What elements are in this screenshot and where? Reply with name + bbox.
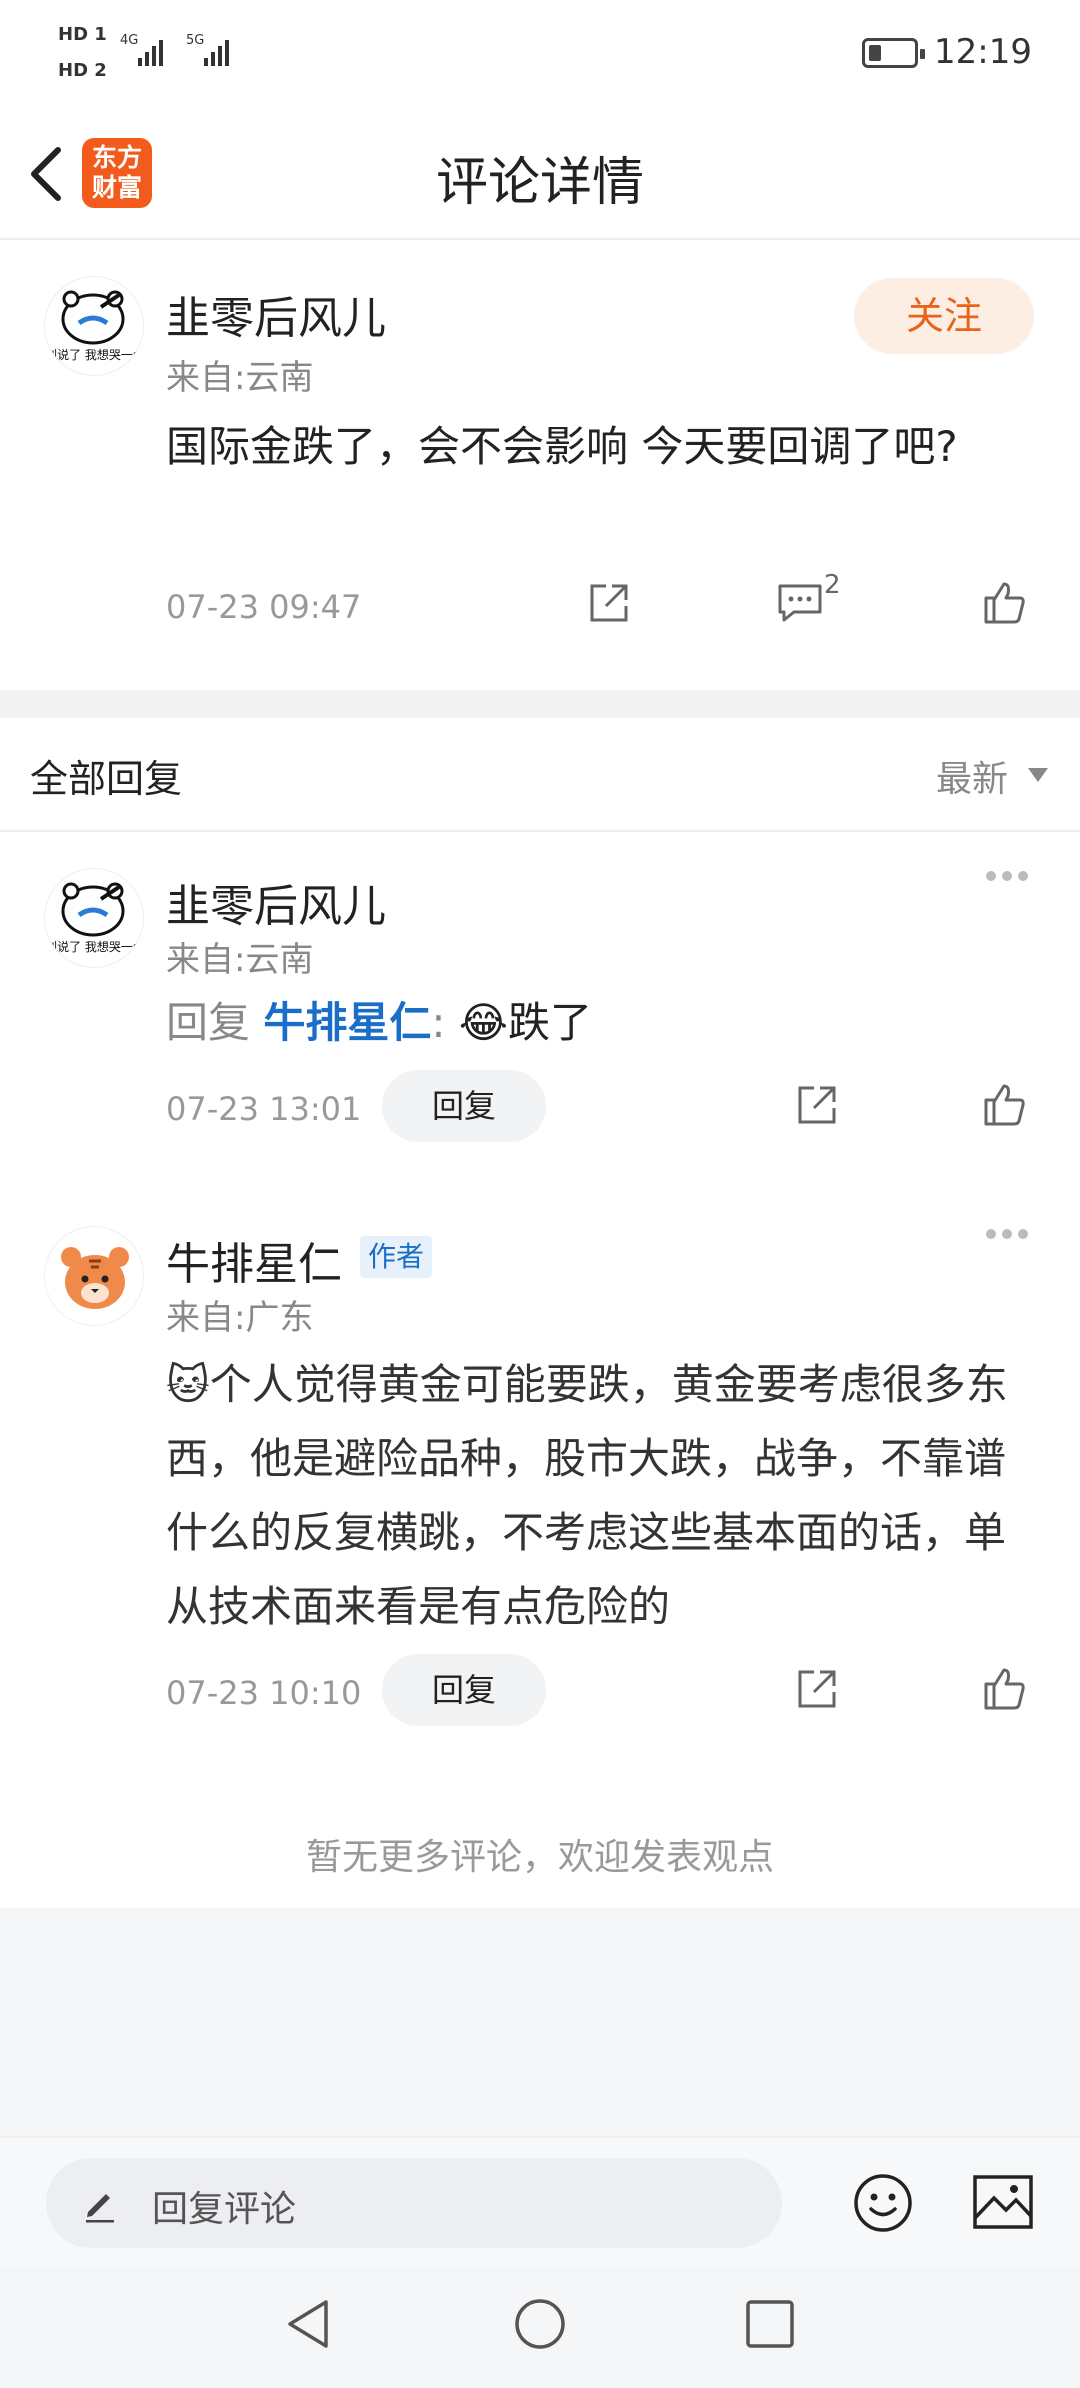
share-icon[interactable] [794, 1082, 840, 1128]
no-more-comments: 暂无更多评论，欢迎发表观点 [305, 1837, 774, 1878]
origin-label: 来自:云南 [166, 940, 314, 980]
nav-home-icon[interactable] [512, 2296, 568, 2352]
replies-header: 全部回复 最新 [0, 718, 1080, 832]
avatar[interactable] [44, 1226, 144, 1326]
reply-input-placeholder: 回复评论 [152, 2189, 297, 2230]
reply-input[interactable]: 回复评论 [46, 2158, 782, 2248]
follow-button[interactable]: 关注 [854, 278, 1034, 354]
bear-avatar-icon: 别说了 我想哭一会 [45, 882, 144, 954]
mention-separator: : [431, 998, 446, 1047]
net2-label: 5G [186, 33, 204, 48]
nav-bar: 东方 财富 评论详情 [0, 110, 1080, 240]
sim-indicators: HD 1 HD 2 [58, 22, 107, 84]
username[interactable]: 韭零后风儿 [166, 870, 386, 934]
signal-4g-icon: 4G [120, 33, 163, 66]
reply-text: 回复 牛排星仁: 😂跌了 [166, 986, 1026, 1060]
avatar[interactable]: 别说了 我想哭一会 [44, 868, 144, 968]
reply-body: 跌了 [507, 998, 592, 1047]
share-icon[interactable] [794, 1666, 840, 1712]
bear-avatar-icon: 别说了 我想哭一会 [45, 290, 144, 362]
avatar[interactable]: 别说了 我想哭一会 [44, 276, 144, 376]
username[interactable]: 韭零后风儿 [166, 282, 386, 346]
comment-text: 国际金跌了，会不会影响 今天要回调了吧? [166, 422, 958, 471]
avatar-caption: 别说了 我想哭一会 [45, 347, 144, 362]
reply-timestamp: 07-23 13:01 [166, 1090, 362, 1128]
mention-link[interactable]: 牛排星仁 [263, 998, 431, 1047]
emoji-icon[interactable] [852, 2172, 914, 2234]
battery-icon [862, 38, 925, 68]
status-time: 12:19 [934, 32, 1032, 72]
more-icon[interactable] [986, 1224, 1036, 1239]
pencil-icon [86, 2194, 114, 2223]
thumbs-up-icon[interactable] [980, 1664, 1028, 1712]
username[interactable]: 牛排星仁 [166, 1228, 342, 1292]
chevron-down-icon[interactable] [1028, 768, 1048, 782]
status-bar: HD 1 HD 2 4G 5G 12:19 [0, 0, 1080, 110]
replies-section: 全部回复 最新 别说了 我想哭一会 韭零后风儿 来自:云南 回复 牛排星仁: 😂… [0, 718, 1080, 1908]
thumbs-up-icon[interactable] [980, 578, 1028, 626]
share-icon[interactable] [586, 580, 632, 626]
sim2-label: HD 2 [58, 60, 107, 81]
reply-button[interactable]: 回复 [382, 1070, 546, 1142]
image-icon[interactable] [972, 2174, 1034, 2230]
tiger-avatar-icon [45, 1227, 143, 1325]
reply-button[interactable]: 回复 [382, 1654, 546, 1726]
bottom-bar: 回复评论 [0, 2136, 1080, 2268]
all-replies-label: 全部回复 [30, 757, 183, 801]
signal-5g-icon: 5G [186, 33, 229, 66]
more-icon[interactable] [986, 866, 1036, 881]
laughing-emoji-icon: 😂 [458, 998, 508, 1047]
sort-selector[interactable]: 最新 [936, 750, 1008, 802]
avatar-caption: 别说了 我想哭一会 [45, 939, 144, 954]
reply-timestamp: 07-23 10:10 [166, 1674, 362, 1712]
reply-prefix: 回复 [166, 998, 251, 1047]
nav-recents-icon[interactable] [744, 2298, 796, 2350]
origin-label: 来自:广东 [166, 1298, 314, 1338]
reply-body: 个人觉得黄金可能要跌，黄金要考虑很多东西，他是避险品种，股市大跌，战争，不靠谱什… [166, 1360, 1008, 1631]
comment-icon[interactable] [776, 580, 824, 626]
net1-label: 4G [120, 33, 138, 48]
reply-text: 🐱个人觉得黄金可能要跌，黄金要考虑很多东西，他是避险品种，股市大跌，战争，不靠谱… [166, 1348, 1026, 1644]
section-divider [0, 690, 1080, 718]
page-title: 评论详情 [435, 153, 644, 213]
thumbs-up-icon[interactable] [980, 1080, 1028, 1128]
comment-timestamp: 07-23 09:47 [166, 588, 362, 626]
origin-label: 来自:云南 [166, 358, 314, 398]
cat-emoji-icon: 🐱 [166, 1360, 210, 1409]
comment-count: 2 [824, 570, 841, 600]
main-comment: 别说了 我想哭一会 韭零后风儿 来自:云南 关注 国际金跌了，会不会影响 今天要… [0, 240, 1080, 690]
system-nav-bar [0, 2268, 1080, 2388]
author-badge: 作者 [360, 1236, 433, 1278]
sim1-label: HD 1 [58, 24, 107, 45]
nav-back-icon[interactable] [282, 2296, 332, 2352]
